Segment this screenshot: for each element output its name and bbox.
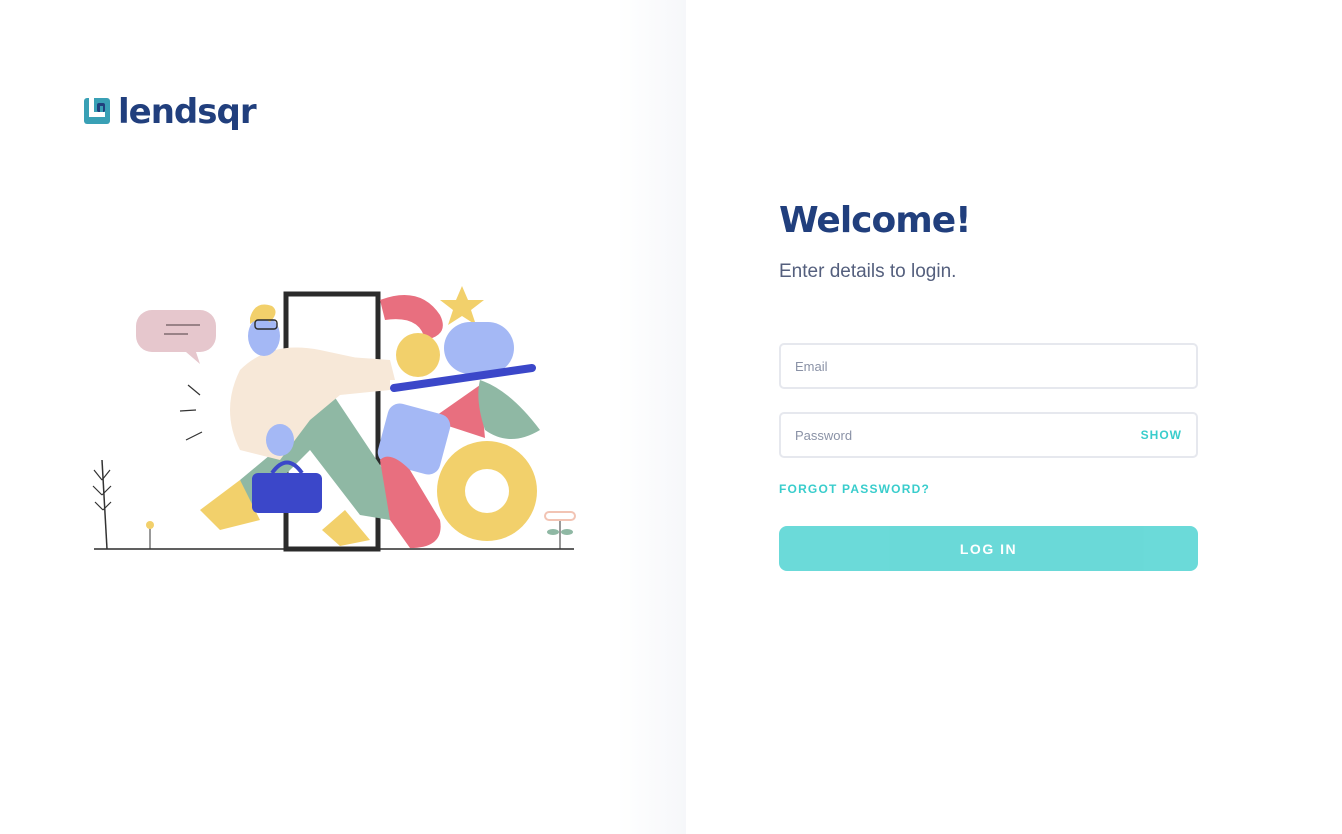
password-field[interactable]: SHOW <box>779 412 1198 458</box>
welcome-title: Welcome! <box>779 200 972 241</box>
show-password-toggle[interactable]: SHOW <box>1141 428 1182 442</box>
email-field[interactable] <box>779 343 1198 389</box>
password-input[interactable] <box>795 427 1133 443</box>
brand-name: lendsqr <box>118 92 257 132</box>
left-panel: lendsqr <box>0 0 686 834</box>
forgot-password-link[interactable]: FORGOT PASSWORD? <box>779 482 930 496</box>
email-input[interactable] <box>795 358 1182 374</box>
brand-logo: lendsqr <box>84 92 257 132</box>
welcome-subtitle: Enter details to login. <box>779 261 957 282</box>
login-button[interactable]: LOG IN <box>779 526 1198 571</box>
lendsqr-logo-icon <box>84 98 110 124</box>
person-entering-door-illustration <box>92 286 576 552</box>
